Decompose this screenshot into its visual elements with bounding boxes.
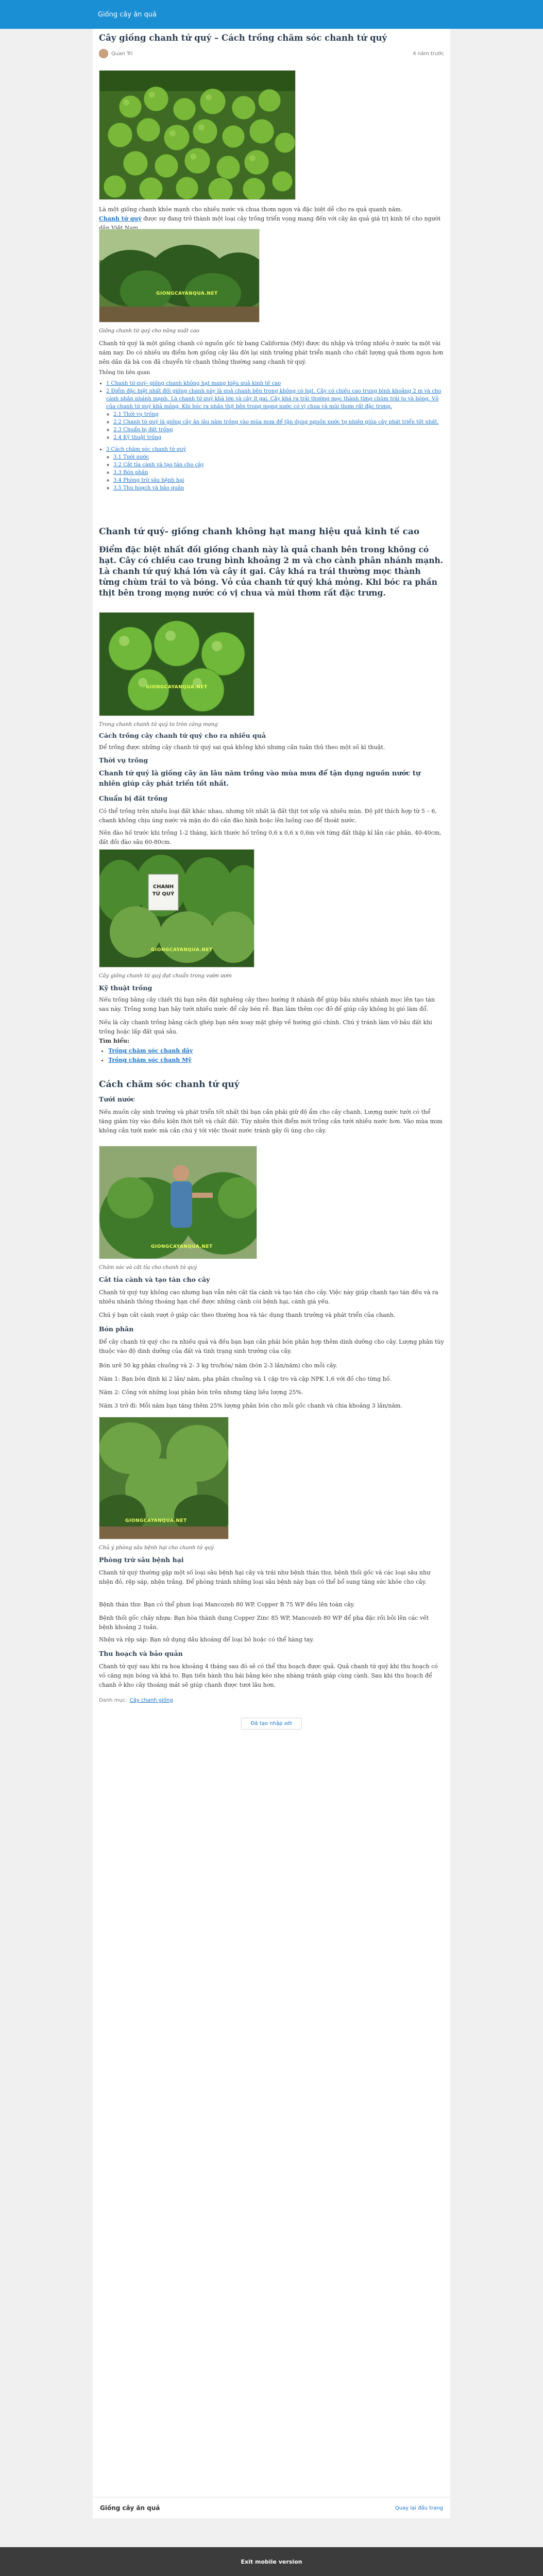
harvest-paragraph: Chanh tứ quý sau khi ra hoa khoảng 4 thá… [99, 1663, 438, 1688]
caption-1: Giống chanh tứ quý cho năng suất cao [99, 328, 199, 334]
heading-harvest: Thu hoạch và bảo quản [99, 1650, 183, 1657]
soil-paragraph-2: Nên đào hố trước khi trồng 1-2 tháng, kí… [99, 829, 442, 845]
pest-paragraph-1: Chanh tứ quý thường gặp một số loại sâu … [99, 1569, 431, 1585]
related-label: Tìm hiểu: [99, 1038, 130, 1044]
pest-paragraph-3: Bệnh thối gốc chảy nhựa: Bạn hòa thành d… [99, 1615, 429, 1631]
pest-control-photo: GIONGCAYANQUA.NET [99, 1417, 229, 1539]
exit-mobile-bar[interactable]: Exit mobile version [0, 2547, 543, 2576]
watermark-text: GIONGCAYANQUA.NET [125, 1518, 187, 1523]
technique-paragraph-2: Nếu là cây chanh trồng bằng cách ghép bạ… [99, 1019, 432, 1035]
water-paragraph: Nếu muốn cây sinh trưởng và phát triển t… [99, 1109, 443, 1134]
toc-label: Thông tin liên quan [99, 370, 150, 376]
pest-paragraph-4: Nhện và rệp sáp: Bạn sử dụng dầu khoáng … [99, 1636, 314, 1643]
toc-subitem: 2.4 Kỹ thuật trồng [113, 434, 444, 442]
heading-soil: Chuẩn bị đất trồng [99, 794, 167, 802]
toc-subitem: 3.2 Cắt tỉa cành và tạo tán cho cây [113, 461, 444, 469]
related-link[interactable]: Trồng chăm sóc chanh Mỹ [108, 1057, 192, 1063]
author-name[interactable]: Quan Tri [111, 51, 132, 57]
intro-link[interactable]: Chanh tứ quý [99, 215, 142, 222]
comment-button[interactable]: Đã tạo nhập xét [241, 1718, 302, 1730]
footer-site-name[interactable]: Giống cây ăn quả [100, 2504, 160, 2512]
watermark-text: GIONGCAYANQUA.NET [151, 1244, 213, 1249]
watermark-text: GIONGCAYANQUA.NET [146, 685, 208, 690]
article-meta: Quan Tri 4 năm trước [99, 48, 444, 59]
highlight-paragraph: Điểm đặc biệt nhất đối giống chanh này l… [99, 545, 444, 598]
toc-subitem: 2.2 Chanh tứ quý là giống cây ăn lâu năm… [113, 418, 444, 426]
author-block[interactable]: Quan Tri [99, 49, 132, 58]
heading-fertilizer: Bón phân [99, 1325, 134, 1333]
pruning-photo: GIONGCAYANQUA.NET [99, 1146, 257, 1259]
watermark-text: GIONGCAYANQUA.NET [151, 947, 213, 953]
article-card: Cây giống chanh tứ quý – Cách trồng chăm… [93, 29, 450, 2497]
lime-tree-photo [99, 70, 296, 200]
limes-closeup-photo: GIONGCAYANQUA.NET [99, 612, 254, 716]
related-links: Tìm hiểu: Trồng chăm sóc chanh dây Trồng… [99, 1038, 444, 1065]
heading-water: Tưới nước [99, 1095, 135, 1103]
toc-subitem: 2.3 Chuẩn bị đất trồng [113, 426, 444, 434]
fertilizer-paragraph-2: Bón urê 50 kg phân chuồng và 2- 3 kg tro… [99, 1362, 337, 1369]
toc-subitem: 3.4 Phòng trừ sâu bệnh hại [113, 477, 444, 484]
soil-paragraph-1: Có thể trồng trên nhiều loại đất khác nh… [99, 808, 437, 824]
heading-technique: Kỹ thuật trồng [99, 984, 152, 992]
related-link[interactable]: Trồng chăm sóc chanh dây [108, 1047, 193, 1054]
fertilizer-paragraph-1: Để cây chanh tứ quý cho ra nhiều quả và … [99, 1338, 444, 1354]
post-time: 4 năm trước [413, 50, 444, 57]
top-header-bar: Giống cây ăn quả [0, 0, 543, 29]
toc-subitem: 3.3 Bón phân [113, 469, 444, 477]
toc-subitem: 3.5 Thu hoạch và bảo quản [113, 484, 444, 492]
heading-pruning: Cắt tỉa cành và tạo tán cho cây [99, 1276, 210, 1283]
caption-5: Chủ ý phòng sâu bệnh hại cho chanh tứ qu… [99, 1545, 214, 1551]
category-link[interactable]: Cây chanh giống [130, 1698, 173, 1703]
toc-subitem: 2.1 Thời vụ trồng [113, 411, 444, 418]
pruning-paragraph-1: Chanh tứ quý tuy không cao nhưng bạn vẫn… [99, 1289, 438, 1305]
toc-item: 2 Điểm đặc biệt nhất đối giống chanh này… [106, 387, 444, 442]
heading-pest: Phòng trừ sâu bệnh hại [99, 1556, 184, 1564]
toc-subitem: 3.1 Tưới nước [113, 453, 444, 461]
exit-mobile-label[interactable]: Exit mobile version [241, 2558, 302, 2565]
toc-item: 1 Chanh tứ quý- giống chanh không hạt ma… [106, 380, 444, 387]
toc-item: 3 Cách chăm sóc chanh tứ quý 3.1 Tưới nư… [106, 446, 444, 492]
technique-paragraph-1: Nếu trồng bằng cây chiết thì bạn nên đặt… [99, 996, 435, 1012]
site-title[interactable]: Giống cây ăn quả [98, 11, 157, 19]
footer: Giống cây ăn quả Quay lại đầu trang [93, 2498, 450, 2518]
caption-3: Cây giống chanh tứ quý đạt chuẩn trong v… [99, 973, 232, 979]
author-avatar[interactable] [99, 49, 108, 58]
pest-paragraph-2: Bệnh thán thư: Bạn có thể phun loại Manc… [99, 1601, 355, 1608]
caption-4: Chăm sóc và cắt tỉa cho chanh tứ quý [99, 1265, 197, 1270]
fertilizer-paragraph-3: Năm 1: Bạn bón định kì 2 lần/ năm, pha p… [99, 1376, 392, 1382]
season-subheading: Chanh tứ quý là giống cây ăn lâu năm trồ… [99, 770, 421, 788]
back-to-top-link[interactable]: Quay lại đầu trang [395, 2505, 443, 2511]
table-of-contents: Thông tin liên quan 1 Chanh tứ quý- giốn… [99, 369, 444, 492]
fertilizer-paragraph-4: Năm 2: Công với những loại phân bón trên… [99, 1389, 303, 1396]
article-title: Cây giống chanh tứ quý – Cách trồng chăm… [99, 33, 387, 43]
planting-paragraph: Để trồng được những cây chanh tứ quý sai… [99, 744, 385, 751]
nursery-seedlings-photo: CHANH TỨ QUÝ GIONGCAYANQUA.NET [99, 849, 254, 968]
nursery-sign-text: CHANH TỨ QUÝ [152, 884, 175, 897]
section-heading-1: Chanh tứ quý- giống chanh không hạt mang… [99, 527, 420, 537]
lime-orchard-photo: GIONGCAYANQUA.NET [99, 229, 260, 323]
origin-paragraph: Chanh tứ quý là một giống chanh có nguồn… [99, 340, 444, 365]
category-label: Danh mục: [99, 1698, 127, 1703]
fertilizer-paragraph-5: Năm 3 trở đi: Mỗi năm bạn tăng thêm 25% … [99, 1402, 402, 1409]
pruning-paragraph-2: Chú ý bạn cắt cành vượt ở giáp các theo … [99, 1312, 396, 1318]
heading-planting: Cách trồng cây chanh tứ quý cho ra nhiều… [99, 732, 266, 739]
section-heading-2: Cách chăm sóc chanh tứ quý [99, 1079, 240, 1090]
watermark-text: GIONGCAYANQUA.NET [156, 291, 218, 296]
caption-2: Trong chanh chanh tứ quý to tròn căng mọ… [99, 722, 218, 727]
heading-season: Thời vụ trồng [99, 756, 148, 764]
